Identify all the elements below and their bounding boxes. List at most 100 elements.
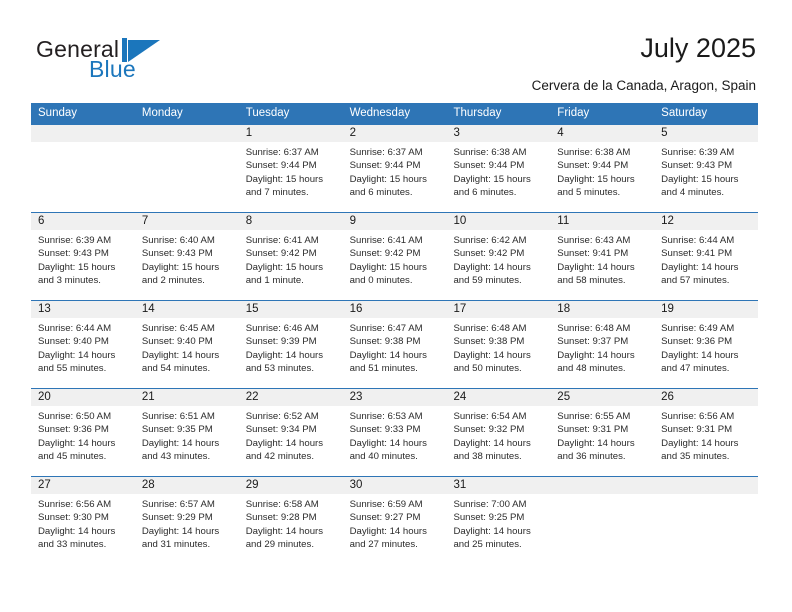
day-cell[interactable]: 10 Sunrise: 6:42 AM Sunset: 9:42 PM Dayl… (446, 213, 551, 300)
day-details: Sunrise: 6:46 AM Sunset: 9:39 PM Dayligh… (239, 318, 343, 375)
sunrise-text: Sunrise: 6:41 AM (245, 235, 319, 246)
day-number (31, 125, 135, 142)
day-cell[interactable]: 14 Sunrise: 6:45 AM Sunset: 9:40 PM Dayl… (134, 301, 239, 388)
day-details (550, 494, 654, 498)
day-number: 31 (446, 477, 551, 494)
daylight-text-line1: Daylight: 14 hours (557, 261, 635, 273)
day-number: 28 (134, 477, 239, 494)
weekday-header-thursday: Thursday (453, 107, 502, 119)
day-number: 1 (238, 125, 343, 142)
day-cell[interactable]: 13 Sunrise: 6:44 AM Sunset: 9:40 PM Dayl… (31, 301, 135, 388)
day-cell[interactable]: 2 Sunrise: 6:37 AM Sunset: 9:44 PM Dayli… (342, 125, 447, 212)
day-cell[interactable]: 23 Sunrise: 6:53 AM Sunset: 9:33 PM Dayl… (342, 389, 447, 476)
daylight-text-line2: and 43 minutes. (141, 450, 211, 462)
sunset-text: Sunset: 9:35 PM (141, 424, 213, 436)
sunrise-text: Sunrise: 6:51 AM (141, 411, 215, 422)
day-number: 16 (342, 301, 447, 318)
sunset-text: Sunset: 9:43 PM (661, 160, 733, 172)
day-cell[interactable]: 22 Sunrise: 6:52 AM Sunset: 9:34 PM Dayl… (238, 389, 343, 476)
daylight-text-line1: Daylight: 14 hours (557, 349, 635, 361)
day-number (654, 477, 759, 494)
daylight-text-line1: Daylight: 14 hours (453, 525, 531, 537)
general-blue-logo[interactable]: General Blue (36, 36, 236, 84)
page-header: General Blue July 2025 Cervera de la Can… (0, 0, 792, 100)
day-cell[interactable]: 7 Sunrise: 6:40 AM Sunset: 9:43 PM Dayli… (134, 213, 239, 300)
sunset-text: Sunset: 9:32 PM (453, 424, 525, 436)
daylight-text-line2: and 4 minutes. (661, 186, 725, 198)
day-cell[interactable]: 4 Sunrise: 6:38 AM Sunset: 9:44 PM Dayli… (550, 125, 655, 212)
day-cell[interactable]: 25 Sunrise: 6:55 AM Sunset: 9:31 PM Dayl… (550, 389, 655, 476)
day-cell[interactable]: 16 Sunrise: 6:47 AM Sunset: 9:38 PM Dayl… (342, 301, 447, 388)
day-cell[interactable]: 3 Sunrise: 6:38 AM Sunset: 9:44 PM Dayli… (446, 125, 551, 212)
day-details: Sunrise: 6:53 AM Sunset: 9:33 PM Dayligh… (343, 406, 447, 463)
day-details: Sunrise: 6:43 AM Sunset: 9:41 PM Dayligh… (550, 230, 654, 287)
daylight-text-line2: and 40 minutes. (349, 450, 418, 462)
day-number: 15 (238, 301, 343, 318)
day-details: Sunrise: 6:58 AM Sunset: 9:28 PM Dayligh… (239, 494, 343, 551)
day-number: 23 (342, 389, 447, 406)
day-cell[interactable]: 20 Sunrise: 6:50 AM Sunset: 9:36 PM Dayl… (31, 389, 135, 476)
day-cell[interactable]: 21 Sunrise: 6:51 AM Sunset: 9:35 PM Dayl… (134, 389, 239, 476)
sunset-text: Sunset: 9:39 PM (245, 336, 317, 348)
page-title: July 2025 (640, 33, 756, 63)
day-cell[interactable] (654, 477, 759, 564)
daylight-text-line1: Daylight: 15 hours (141, 261, 220, 273)
day-cell[interactable]: 18 Sunrise: 6:48 AM Sunset: 9:37 PM Dayl… (550, 301, 655, 388)
sunrise-text: Sunrise: 6:59 AM (349, 499, 423, 510)
day-cell[interactable]: 6 Sunrise: 6:39 AM Sunset: 9:43 PM Dayli… (31, 213, 135, 300)
day-cell[interactable]: 29 Sunrise: 6:58 AM Sunset: 9:28 PM Dayl… (238, 477, 343, 564)
day-details: Sunrise: 6:56 AM Sunset: 9:31 PM Dayligh… (654, 406, 758, 463)
daylight-text-line1: Daylight: 14 hours (661, 349, 739, 361)
daylight-text-line2: and 0 minutes. (349, 274, 413, 286)
sunset-text: Sunset: 9:31 PM (557, 424, 629, 436)
sunrise-text: Sunrise: 6:47 AM (349, 323, 423, 334)
day-details: Sunrise: 6:50 AM Sunset: 9:36 PM Dayligh… (31, 406, 135, 463)
sunrise-text: Sunrise: 6:57 AM (141, 499, 215, 510)
day-cell[interactable]: 19 Sunrise: 6:49 AM Sunset: 9:36 PM Dayl… (654, 301, 759, 388)
day-cell[interactable] (134, 125, 239, 212)
day-cell[interactable]: 24 Sunrise: 6:54 AM Sunset: 9:32 PM Dayl… (446, 389, 551, 476)
day-details: Sunrise: 6:37 AM Sunset: 9:44 PM Dayligh… (343, 142, 447, 199)
day-details: Sunrise: 6:38 AM Sunset: 9:44 PM Dayligh… (446, 142, 550, 199)
daylight-text-line2: and 1 minute. (245, 274, 304, 286)
sunrise-text: Sunrise: 6:53 AM (349, 411, 423, 422)
daylight-text-line1: Daylight: 14 hours (245, 437, 324, 449)
daylight-text-line2: and 29 minutes. (245, 538, 314, 550)
day-details: Sunrise: 6:48 AM Sunset: 9:38 PM Dayligh… (446, 318, 550, 375)
day-cell[interactable] (31, 125, 135, 212)
day-cell[interactable]: 8 Sunrise: 6:41 AM Sunset: 9:42 PM Dayli… (238, 213, 343, 300)
day-cell[interactable]: 15 Sunrise: 6:46 AM Sunset: 9:39 PM Dayl… (238, 301, 343, 388)
day-cell[interactable]: 12 Sunrise: 6:44 AM Sunset: 9:41 PM Dayl… (654, 213, 759, 300)
day-cell[interactable]: 5 Sunrise: 6:39 AM Sunset: 9:43 PM Dayli… (654, 125, 759, 212)
day-cell[interactable]: 28 Sunrise: 6:57 AM Sunset: 9:29 PM Dayl… (134, 477, 239, 564)
daylight-text-line1: Daylight: 14 hours (38, 525, 116, 537)
day-cell[interactable]: 31 Sunrise: 7:00 AM Sunset: 9:25 PM Dayl… (446, 477, 551, 564)
day-cell[interactable]: 1 Sunrise: 6:37 AM Sunset: 9:44 PM Dayli… (238, 125, 343, 212)
sunrise-text: Sunrise: 6:52 AM (245, 411, 319, 422)
sunset-text: Sunset: 9:44 PM (557, 160, 629, 172)
daylight-text-line1: Daylight: 14 hours (557, 437, 635, 449)
day-details: Sunrise: 6:49 AM Sunset: 9:36 PM Dayligh… (654, 318, 758, 375)
weekday-header-friday: Friday (557, 107, 590, 119)
day-cell[interactable]: 11 Sunrise: 6:43 AM Sunset: 9:41 PM Dayl… (550, 213, 655, 300)
sunset-text: Sunset: 9:31 PM (661, 424, 733, 436)
daylight-text-line1: Daylight: 14 hours (661, 437, 739, 449)
day-cell[interactable]: 17 Sunrise: 6:48 AM Sunset: 9:38 PM Dayl… (446, 301, 551, 388)
daylight-text-line1: Daylight: 14 hours (453, 349, 531, 361)
day-cell[interactable]: 30 Sunrise: 6:59 AM Sunset: 9:27 PM Dayl… (342, 477, 447, 564)
daylight-text-line1: Daylight: 14 hours (141, 349, 220, 361)
weekday-header-saturday: Saturday (661, 107, 708, 119)
day-cell[interactable] (550, 477, 655, 564)
day-cell[interactable]: 27 Sunrise: 6:56 AM Sunset: 9:30 PM Dayl… (31, 477, 135, 564)
day-cell[interactable]: 26 Sunrise: 6:56 AM Sunset: 9:31 PM Dayl… (654, 389, 759, 476)
day-number: 9 (342, 213, 447, 230)
sunrise-text: Sunrise: 6:55 AM (557, 411, 631, 422)
sunrise-text: Sunrise: 6:38 AM (453, 147, 527, 158)
day-details: Sunrise: 6:44 AM Sunset: 9:40 PM Dayligh… (31, 318, 135, 375)
day-details: Sunrise: 6:54 AM Sunset: 9:32 PM Dayligh… (446, 406, 550, 463)
day-number: 7 (134, 213, 239, 230)
day-details: Sunrise: 6:37 AM Sunset: 9:44 PM Dayligh… (239, 142, 343, 199)
sunrise-text: Sunrise: 6:58 AM (245, 499, 319, 510)
day-cell[interactable]: 9 Sunrise: 6:41 AM Sunset: 9:42 PM Dayli… (342, 213, 447, 300)
sunset-text: Sunset: 9:44 PM (245, 160, 317, 172)
